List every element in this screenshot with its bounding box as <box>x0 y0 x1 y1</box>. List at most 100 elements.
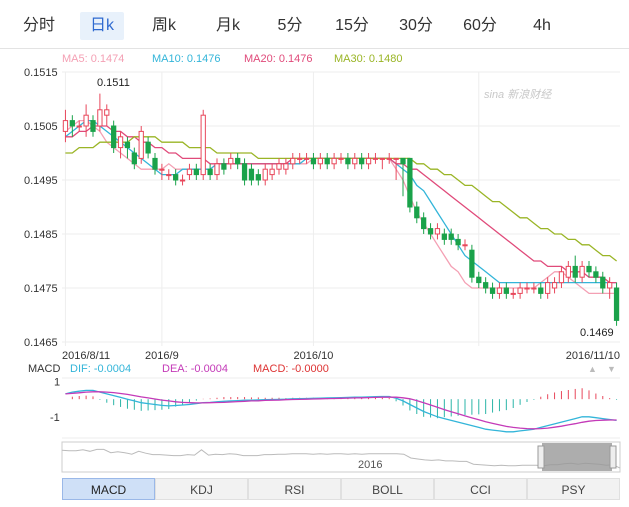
candle-body <box>565 265 571 278</box>
arrow-down-icon[interactable]: ▼ <box>607 364 616 374</box>
tab-rsi[interactable]: RSI <box>248 478 341 500</box>
candle-body <box>138 130 144 159</box>
arrow-up-icon[interactable]: ▲ <box>588 364 597 374</box>
candle-body <box>338 157 344 160</box>
candle-body <box>62 120 69 132</box>
tab-cci[interactable]: CCI <box>434 478 527 500</box>
low-annotation: 0.1469 <box>580 327 614 339</box>
candle-body <box>489 287 496 294</box>
candle-body <box>104 109 110 116</box>
candle-body <box>421 217 427 230</box>
candle-body <box>111 125 117 149</box>
candle-body <box>545 282 551 294</box>
scroll-arrows[interactable]: ▲ ▼ <box>588 364 616 374</box>
candle-body <box>228 157 234 165</box>
tab-boll[interactable]: BOLL <box>341 478 434 500</box>
high-annotation: 0.1511 <box>97 77 130 89</box>
candle-body <box>317 157 323 165</box>
candle-body <box>531 287 537 290</box>
candle-body <box>131 152 137 165</box>
candle-body <box>179 179 186 182</box>
candle-body <box>310 157 317 165</box>
candle-body <box>469 249 475 278</box>
candle-body <box>90 120 96 132</box>
candle-body <box>290 157 296 165</box>
candle-body <box>593 271 599 278</box>
candle-body <box>76 125 82 128</box>
candle-body <box>214 163 220 176</box>
candle-body <box>221 163 227 170</box>
ma-legend: MA5: 0.1474 MA10: 0.1476 MA20: 0.1476 MA… <box>62 53 403 65</box>
y-axis-ticks: 0.1515 0.1505 0.1495 0.1485 0.1475 0.1465 <box>24 67 58 349</box>
candle-body <box>572 265 578 278</box>
candle-body <box>124 141 131 149</box>
macd-legend-label: MACD <box>28 363 60 375</box>
candle-body <box>241 163 248 181</box>
candle-body <box>455 238 461 246</box>
x-tick-label: 2016/8/11 <box>62 350 110 362</box>
candle-body <box>448 233 454 240</box>
candle-body <box>503 287 509 294</box>
candle-body <box>434 228 441 235</box>
tab-psy[interactable]: PSY <box>527 478 620 500</box>
navigator-year-label: 2016 <box>358 459 382 471</box>
macd-panel: 1 -1 <box>50 377 620 439</box>
navigator-handle-right[interactable] <box>609 445 617 469</box>
y-tick-label: 0.1485 <box>24 229 58 241</box>
candle-body <box>372 157 379 160</box>
candle-body <box>393 157 399 160</box>
candle-body <box>324 157 330 165</box>
macd-value-legend: MACD: -0.0000 <box>253 363 329 375</box>
ma30-legend: MA30: 0.1480 <box>334 53 403 65</box>
candle-body <box>283 163 289 170</box>
dif-line <box>65 389 617 433</box>
candle-body <box>400 157 406 165</box>
candle-body <box>558 271 565 284</box>
candle-body <box>496 287 503 294</box>
candle-body <box>269 168 275 176</box>
candle-body <box>345 157 351 165</box>
candle-body <box>69 120 75 127</box>
navigator-handle-left[interactable] <box>537 445 545 469</box>
candle-body <box>262 168 268 181</box>
x-tick-label: 2016/10 <box>294 350 334 362</box>
candle-body <box>538 287 544 294</box>
navigator[interactable]: 2016 <box>61 441 621 473</box>
grid <box>62 71 620 346</box>
candle-body <box>386 157 392 160</box>
tab-kdj[interactable]: KDJ <box>155 478 248 500</box>
candle-body <box>159 168 165 171</box>
candle-body <box>145 141 151 154</box>
macd-y-tick: -1 <box>50 412 60 424</box>
candle-body <box>414 206 420 219</box>
candle-body <box>600 276 606 289</box>
tab-macd[interactable]: MACD <box>62 478 155 500</box>
y-tick-label: 0.1475 <box>24 283 58 295</box>
navigator-frame <box>61 441 621 473</box>
y-tick-label: 0.1515 <box>24 67 58 79</box>
candle-body <box>483 282 489 289</box>
candle-body <box>193 168 199 176</box>
candle-body <box>586 265 592 273</box>
candle-body <box>510 292 516 295</box>
candle-body <box>476 276 482 284</box>
candle-body <box>613 287 620 321</box>
candle-body <box>551 282 558 289</box>
x-axis-ticks: 2016/8/11 2016/9 2016/10 2016/11/10 <box>62 350 620 362</box>
candle-body <box>166 174 172 177</box>
candle-body <box>255 174 261 181</box>
candle-body <box>331 157 337 165</box>
candle-body <box>152 157 158 170</box>
dif-legend: DIF: -0.0004 <box>70 363 131 375</box>
dea-legend: DEA: -0.0004 <box>162 363 228 375</box>
navigator-window[interactable] <box>542 443 612 471</box>
y-tick-label: 0.1495 <box>24 175 58 187</box>
ma10-legend: MA10: 0.1476 <box>152 53 221 65</box>
candle-body <box>524 287 530 290</box>
candle-body <box>297 157 303 160</box>
candle-body <box>359 157 365 165</box>
candles <box>62 93 620 326</box>
macd-y-tick: 1 <box>54 377 60 389</box>
candle-body <box>173 174 179 181</box>
candle-body <box>462 244 468 247</box>
